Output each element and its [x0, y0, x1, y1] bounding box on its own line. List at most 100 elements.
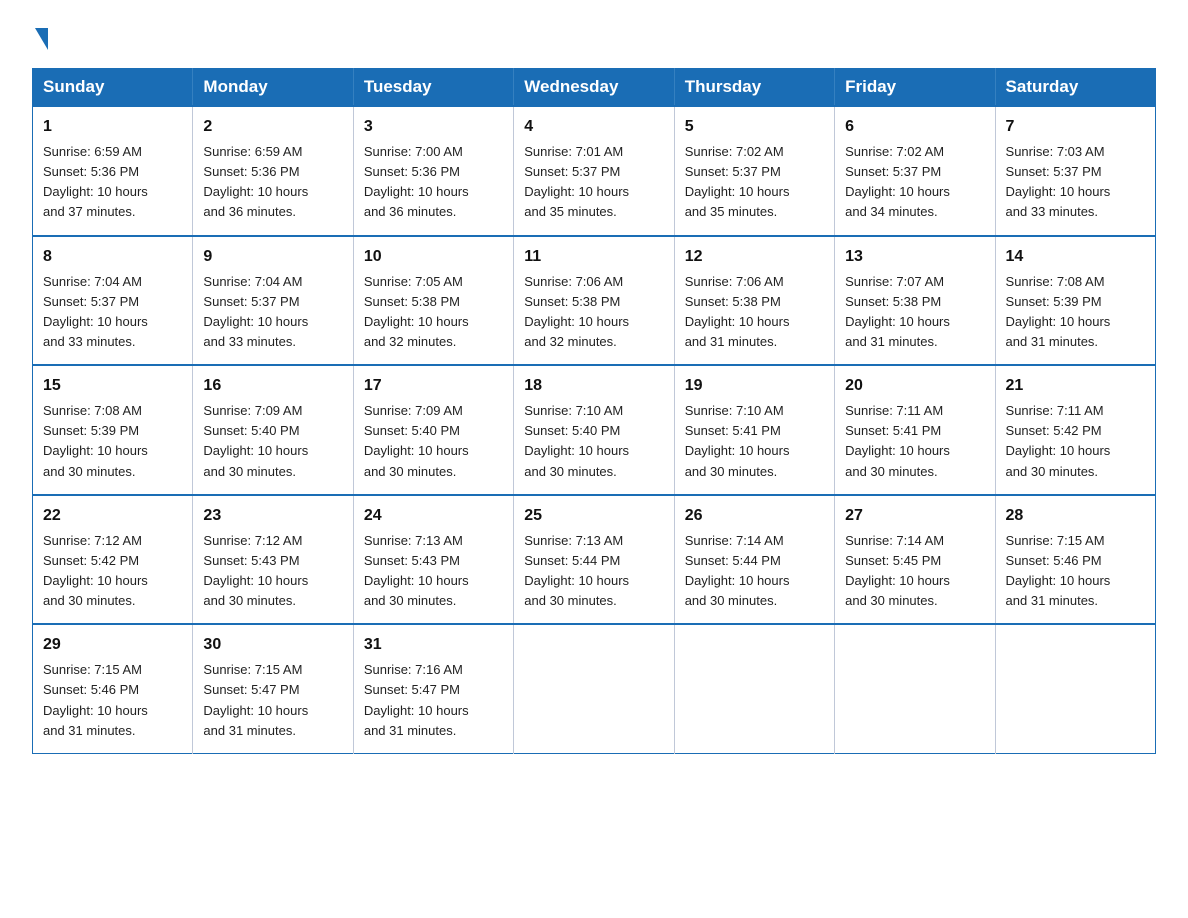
day-number: 12 [685, 245, 824, 269]
calendar-cell-w2-d4: 11 Sunrise: 7:06 AMSunset: 5:38 PMDayligh… [514, 236, 674, 366]
day-info: Sunrise: 7:15 AMSunset: 5:46 PMDaylight:… [43, 660, 182, 741]
calendar-cell-w1-d4: 4 Sunrise: 7:01 AMSunset: 5:37 PMDaylight… [514, 106, 674, 236]
day-number: 3 [364, 115, 503, 139]
day-number: 21 [1006, 374, 1145, 398]
day-number: 31 [364, 633, 503, 657]
day-number: 25 [524, 504, 663, 528]
calendar-cell-w4-d5: 26 Sunrise: 7:14 AMSunset: 5:44 PMDayligh… [674, 495, 834, 625]
day-info: Sunrise: 7:09 AMSunset: 5:40 PMDaylight:… [203, 401, 342, 482]
day-info: Sunrise: 7:14 AMSunset: 5:45 PMDaylight:… [845, 531, 984, 612]
day-number: 4 [524, 115, 663, 139]
calendar-cell-w2-d1: 8 Sunrise: 7:04 AMSunset: 5:37 PMDaylight… [33, 236, 193, 366]
day-info: Sunrise: 7:15 AMSunset: 5:47 PMDaylight:… [203, 660, 342, 741]
calendar-cell-w4-d4: 25 Sunrise: 7:13 AMSunset: 5:44 PMDayligh… [514, 495, 674, 625]
calendar-cell-w1-d5: 5 Sunrise: 7:02 AMSunset: 5:37 PMDaylight… [674, 106, 834, 236]
page-header [32, 24, 1156, 50]
day-number: 29 [43, 633, 182, 657]
day-info: Sunrise: 7:06 AMSunset: 5:38 PMDaylight:… [685, 272, 824, 353]
day-number: 7 [1006, 115, 1145, 139]
calendar-cell-w5-d2: 30 Sunrise: 7:15 AMSunset: 5:47 PMDayligh… [193, 624, 353, 753]
calendar-cell-w5-d4 [514, 624, 674, 753]
day-info: Sunrise: 6:59 AMSunset: 5:36 PMDaylight:… [43, 142, 182, 223]
calendar-cell-w1-d7: 7 Sunrise: 7:03 AMSunset: 5:37 PMDaylight… [995, 106, 1155, 236]
day-info: Sunrise: 7:04 AMSunset: 5:37 PMDaylight:… [43, 272, 182, 353]
day-number: 14 [1006, 245, 1145, 269]
header-wednesday: Wednesday [514, 69, 674, 107]
calendar-cell-w1-d2: 2Sunrise: 6:59 AMSunset: 5:36 PMDaylight… [193, 106, 353, 236]
calendar-week-3: 15 Sunrise: 7:08 AMSunset: 5:39 PMDayligh… [33, 365, 1156, 495]
calendar-cell-w4-d7: 28 Sunrise: 7:15 AMSunset: 5:46 PMDayligh… [995, 495, 1155, 625]
day-info: Sunrise: 7:16 AMSunset: 5:47 PMDaylight:… [364, 660, 503, 741]
day-info: Sunrise: 7:07 AMSunset: 5:38 PMDaylight:… [845, 272, 984, 353]
calendar-cell-w5-d3: 31 Sunrise: 7:16 AMSunset: 5:47 PMDayligh… [353, 624, 513, 753]
header-sunday: Sunday [33, 69, 193, 107]
day-info: Sunrise: 7:12 AMSunset: 5:43 PMDaylight:… [203, 531, 342, 612]
day-number: 13 [845, 245, 984, 269]
day-info: Sunrise: 7:13 AMSunset: 5:44 PMDaylight:… [524, 531, 663, 612]
day-info: Sunrise: 7:04 AMSunset: 5:37 PMDaylight:… [203, 272, 342, 353]
calendar-cell-w3-d1: 15 Sunrise: 7:08 AMSunset: 5:39 PMDayligh… [33, 365, 193, 495]
day-number: 22 [43, 504, 182, 528]
calendar-header-row: SundayMondayTuesdayWednesdayThursdayFrid… [33, 69, 1156, 107]
day-number: 16 [203, 374, 342, 398]
header-saturday: Saturday [995, 69, 1155, 107]
day-info: Sunrise: 7:05 AMSunset: 5:38 PMDaylight:… [364, 272, 503, 353]
calendar-cell-w4-d6: 27 Sunrise: 7:14 AMSunset: 5:45 PMDayligh… [835, 495, 995, 625]
logo [32, 24, 48, 50]
day-info: Sunrise: 7:01 AMSunset: 5:37 PMDaylight:… [524, 142, 663, 223]
day-number: 18 [524, 374, 663, 398]
calendar-week-1: 1 Sunrise: 6:59 AMSunset: 5:36 PMDaylight… [33, 106, 1156, 236]
calendar-cell-w4-d1: 22 Sunrise: 7:12 AMSunset: 5:42 PMDayligh… [33, 495, 193, 625]
day-info: Sunrise: 7:08 AMSunset: 5:39 PMDaylight:… [43, 401, 182, 482]
day-info: Sunrise: 7:03 AMSunset: 5:37 PMDaylight:… [1006, 142, 1145, 223]
day-number: 28 [1006, 504, 1145, 528]
calendar-cell-w2-d7: 14 Sunrise: 7:08 AMSunset: 5:39 PMDayligh… [995, 236, 1155, 366]
day-number: 27 [845, 504, 984, 528]
calendar-cell-w1-d1: 1 Sunrise: 6:59 AMSunset: 5:36 PMDaylight… [33, 106, 193, 236]
day-number: 5 [685, 115, 824, 139]
day-info: Sunrise: 7:08 AMSunset: 5:39 PMDaylight:… [1006, 272, 1145, 353]
day-number: 19 [685, 374, 824, 398]
day-info: Sunrise: 7:11 AMSunset: 5:42 PMDaylight:… [1006, 401, 1145, 482]
day-number: 8 [43, 245, 182, 269]
day-info: Sunrise: 7:15 AMSunset: 5:46 PMDaylight:… [1006, 531, 1145, 612]
calendar-week-5: 29 Sunrise: 7:15 AMSunset: 5:46 PMDayligh… [33, 624, 1156, 753]
calendar-cell-w2-d3: 10Sunrise: 7:05 AMSunset: 5:38 PMDayligh… [353, 236, 513, 366]
calendar-week-2: 8 Sunrise: 7:04 AMSunset: 5:37 PMDaylight… [33, 236, 1156, 366]
calendar-cell-w5-d7 [995, 624, 1155, 753]
day-info: Sunrise: 7:10 AMSunset: 5:40 PMDaylight:… [524, 401, 663, 482]
calendar-cell-w4-d2: 23Sunrise: 7:12 AMSunset: 5:43 PMDayligh… [193, 495, 353, 625]
day-info: Sunrise: 7:09 AMSunset: 5:40 PMDaylight:… [364, 401, 503, 482]
day-number: 11 [524, 245, 663, 269]
day-number: 30 [203, 633, 342, 657]
calendar-cell-w4-d3: 24Sunrise: 7:13 AMSunset: 5:43 PMDayligh… [353, 495, 513, 625]
day-number: 9 [203, 245, 342, 269]
calendar-cell-w5-d6 [835, 624, 995, 753]
day-info: Sunrise: 7:14 AMSunset: 5:44 PMDaylight:… [685, 531, 824, 612]
calendar-cell-w3-d6: 20 Sunrise: 7:11 AMSunset: 5:41 PMDayligh… [835, 365, 995, 495]
day-info: Sunrise: 7:00 AMSunset: 5:36 PMDaylight:… [364, 142, 503, 223]
day-info: Sunrise: 7:12 AMSunset: 5:42 PMDaylight:… [43, 531, 182, 612]
calendar-cell-w1-d6: 6Sunrise: 7:02 AMSunset: 5:37 PMDaylight… [835, 106, 995, 236]
header-monday: Monday [193, 69, 353, 107]
day-number: 2 [203, 115, 342, 139]
day-info: Sunrise: 7:02 AMSunset: 5:37 PMDaylight:… [685, 142, 824, 223]
header-friday: Friday [835, 69, 995, 107]
calendar-cell-w1-d3: 3 Sunrise: 7:00 AMSunset: 5:36 PMDaylight… [353, 106, 513, 236]
day-number: 6 [845, 115, 984, 139]
calendar-cell-w3-d3: 17Sunrise: 7:09 AMSunset: 5:40 PMDayligh… [353, 365, 513, 495]
day-number: 26 [685, 504, 824, 528]
calendar-week-4: 22 Sunrise: 7:12 AMSunset: 5:42 PMDayligh… [33, 495, 1156, 625]
day-info: Sunrise: 7:06 AMSunset: 5:38 PMDaylight:… [524, 272, 663, 353]
calendar-cell-w3-d5: 19Sunrise: 7:10 AMSunset: 5:41 PMDayligh… [674, 365, 834, 495]
day-number: 20 [845, 374, 984, 398]
header-thursday: Thursday [674, 69, 834, 107]
calendar-cell-w2-d6: 13 Sunrise: 7:07 AMSunset: 5:38 PMDayligh… [835, 236, 995, 366]
calendar-cell-w5-d1: 29 Sunrise: 7:15 AMSunset: 5:46 PMDayligh… [33, 624, 193, 753]
calendar-cell-w3-d2: 16 Sunrise: 7:09 AMSunset: 5:40 PMDayligh… [193, 365, 353, 495]
day-info: Sunrise: 7:11 AMSunset: 5:41 PMDaylight:… [845, 401, 984, 482]
day-number: 1 [43, 115, 182, 139]
header-tuesday: Tuesday [353, 69, 513, 107]
logo-arrow-icon [35, 28, 48, 50]
day-number: 15 [43, 374, 182, 398]
